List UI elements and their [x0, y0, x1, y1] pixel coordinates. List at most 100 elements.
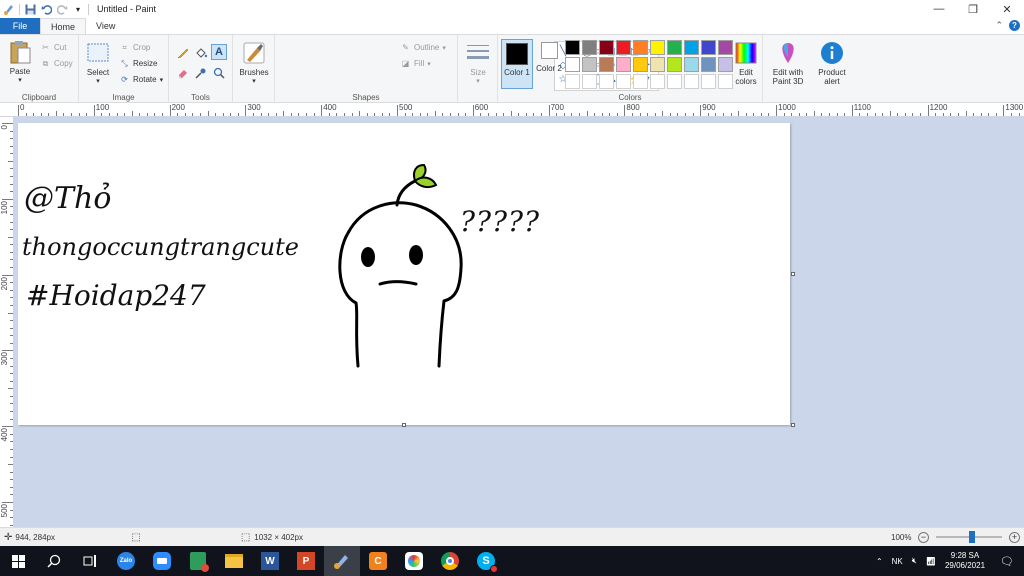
help-icon[interactable]: ? — [1009, 20, 1020, 31]
size-button[interactable]: Size ▾ — [463, 41, 493, 86]
palette-swatch[interactable] — [701, 57, 716, 72]
zoom-in-button[interactable]: + — [1009, 531, 1020, 543]
redo-icon[interactable] — [56, 3, 68, 15]
taskbar-chrome[interactable] — [432, 546, 468, 576]
select-button[interactable]: Select ▾ — [85, 41, 111, 86]
collapse-ribbon-icon[interactable]: ⌃ — [995, 20, 1003, 31]
copy-button[interactable]: ⧉ Copy — [40, 58, 73, 69]
wifi-icon[interactable]: 📶︎ — [926, 557, 936, 566]
volume-muted-icon[interactable]: 🔇︎ — [912, 556, 917, 566]
color1-button[interactable]: Color 1 — [501, 39, 533, 89]
palette-custom-slot[interactable] — [667, 74, 682, 89]
taskbar-zoom[interactable] — [144, 546, 180, 576]
search-button[interactable] — [36, 546, 72, 576]
taskbar-file-explorer[interactable] — [216, 546, 252, 576]
taskbar-skype[interactable]: S — [468, 546, 504, 576]
canvas-text-author: @Thỏ — [24, 181, 112, 216]
palette-swatch[interactable] — [650, 57, 665, 72]
palette-swatch[interactable] — [701, 40, 716, 55]
pencil-tool[interactable] — [175, 45, 191, 61]
palette-swatch[interactable] — [599, 40, 614, 55]
taskbar-color-app[interactable] — [396, 546, 432, 576]
taskbar-paint[interactable] — [324, 546, 360, 576]
input-method-icon[interactable]: NK — [892, 557, 903, 566]
taskbar-app[interactable] — [180, 546, 216, 576]
show-hidden-icons-icon[interactable]: ⌃ — [876, 557, 883, 566]
palette-custom-slot[interactable] — [684, 74, 699, 89]
paste-button[interactable]: Paste ▾ — [6, 40, 34, 85]
outline-button[interactable]: ✎ Outline ▾ — [400, 42, 446, 53]
crop-button[interactable]: ⌗ Crop — [119, 42, 150, 53]
rotate-button[interactable]: ⟳ Rotate ▾ — [119, 74, 163, 85]
ruler-label: 900 — [702, 103, 716, 112]
start-button[interactable] — [0, 546, 36, 576]
palette-custom-slot[interactable] — [616, 74, 631, 89]
minimize-button[interactable]: — — [922, 0, 956, 18]
palette-swatch[interactable] — [684, 40, 699, 55]
palette-custom-slot[interactable] — [633, 74, 648, 89]
canvas-resize-handle-right[interactable] — [791, 272, 795, 276]
palette-swatch[interactable] — [582, 57, 597, 72]
ruler-tick — [616, 113, 618, 116]
clock[interactable]: 9:28 SA 29/06/2021 — [945, 551, 985, 571]
palette-swatch[interactable] — [633, 57, 648, 72]
customize-quick-access-icon[interactable]: ▾ — [72, 3, 84, 15]
palette-swatch[interactable] — [633, 40, 648, 55]
palette-swatch[interactable] — [565, 40, 580, 55]
taskbar-orange-app[interactable]: C — [360, 546, 396, 576]
close-button[interactable]: ✕ — [990, 0, 1024, 18]
palette-custom-slot[interactable] — [565, 74, 580, 89]
ruler-tick — [237, 113, 239, 116]
palette-custom-slot[interactable] — [582, 74, 597, 89]
tab-file[interactable]: File — [0, 18, 40, 34]
brushes-button[interactable]: Brushes ▾ — [235, 41, 273, 86]
fill-button[interactable]: ◪ Fill ▾ — [400, 58, 431, 69]
tab-view[interactable]: View — [86, 18, 125, 34]
text-tool[interactable]: A — [211, 44, 227, 60]
zoom-slider-thumb[interactable] — [969, 531, 976, 543]
ruler-tick — [973, 113, 975, 116]
drawing-canvas[interactable]: @Thỏ thongoccungtrangcute #Hoidap247 ???… — [18, 123, 795, 427]
eraser-tool[interactable] — [175, 65, 191, 81]
fill-tool[interactable] — [193, 45, 209, 61]
cut-button[interactable]: ✂ Cut — [40, 42, 66, 53]
edit-colors-button[interactable]: Edit colors — [732, 41, 760, 86]
ruler-tick — [389, 113, 391, 116]
taskbar-word[interactable]: W — [252, 546, 288, 576]
canvas-resize-handle-corner[interactable] — [791, 423, 795, 427]
edit-with-paint3d-button[interactable]: Edit with Paint 3D — [767, 41, 809, 86]
palette-swatch[interactable] — [650, 40, 665, 55]
palette-swatch[interactable] — [616, 40, 631, 55]
palette-swatch[interactable] — [718, 57, 733, 72]
palette-swatch[interactable] — [616, 57, 631, 72]
palette-swatch[interactable] — [667, 57, 682, 72]
magnifier-tool[interactable] — [211, 65, 227, 81]
ruler-tick — [836, 113, 838, 116]
restore-button[interactable]: ❐ — [956, 0, 990, 18]
palette-custom-slot[interactable] — [701, 74, 716, 89]
palette-swatch[interactable] — [684, 57, 699, 72]
tab-home[interactable]: Home — [40, 18, 87, 34]
resize-button[interactable]: ⤡ Resize — [119, 58, 157, 69]
palette-custom-slot[interactable] — [599, 74, 614, 89]
taskbar-powerpoint[interactable]: P — [288, 546, 324, 576]
palette-swatch[interactable] — [718, 40, 733, 55]
task-view-button[interactable] — [72, 546, 108, 576]
palette-swatch[interactable] — [667, 40, 682, 55]
notifications-icon[interactable]: 🗨︎ — [1000, 555, 1014, 568]
palette-custom-slot[interactable] — [650, 74, 665, 89]
product-alert-button[interactable]: Product alert — [812, 41, 852, 86]
zoom-slider[interactable] — [936, 531, 1002, 543]
taskbar-zalo[interactable]: Zalo — [108, 546, 144, 576]
zoom-out-button[interactable]: − — [918, 531, 929, 543]
palette-swatch[interactable] — [582, 40, 597, 55]
palette-swatch[interactable] — [599, 57, 614, 72]
color-picker-tool[interactable] — [193, 65, 209, 81]
palette-swatch[interactable] — [565, 57, 580, 72]
paint-app-icon[interactable] — [3, 3, 15, 15]
canvas-resize-handle-bottom[interactable] — [402, 423, 406, 427]
save-icon[interactable] — [24, 3, 36, 15]
undo-icon[interactable] — [40, 3, 52, 15]
color2-button[interactable]: Color 2 — [536, 42, 562, 73]
palette-custom-slot[interactable] — [718, 74, 733, 89]
